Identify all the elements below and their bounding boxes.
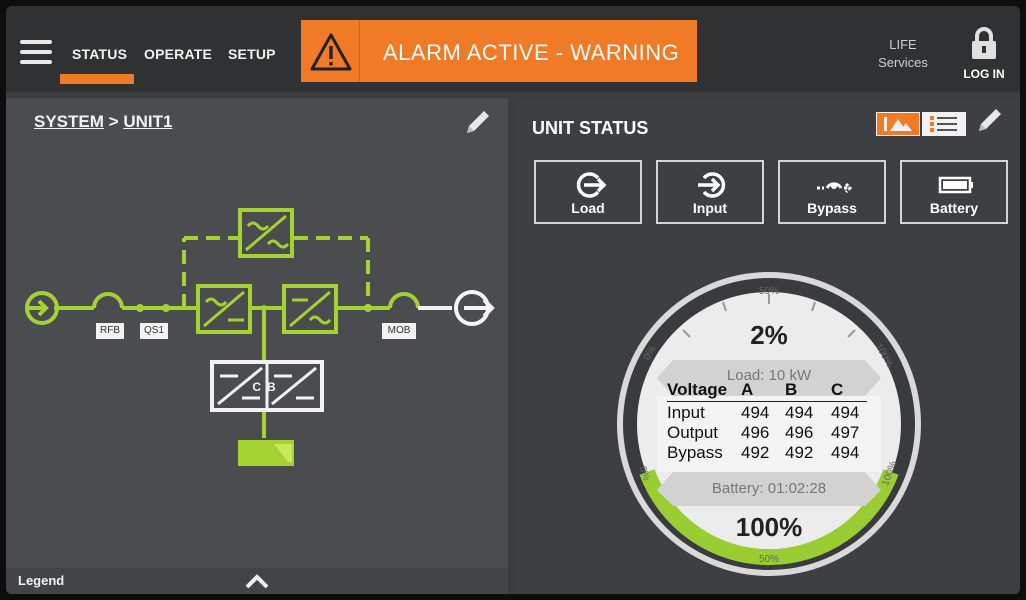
table-divider	[667, 401, 867, 402]
cell-c: 497	[831, 423, 860, 442]
row-label: Output	[667, 423, 719, 442]
battery-tick-50: 50%	[758, 554, 779, 565]
top-bar: STATUS OPERATE SETUP ALARM ACTIVE - WARN…	[6, 6, 1020, 92]
load-output-icon	[576, 172, 607, 198]
graphic-view-icon[interactable]	[876, 112, 920, 136]
alarm-banner[interactable]: ALARM ACTIVE - WARNING	[301, 20, 697, 82]
alarm-divider	[359, 20, 360, 82]
tab-status[interactable]: STATUS	[72, 46, 127, 62]
services-label: Services	[878, 55, 928, 70]
battery-button-label: Battery	[929, 200, 979, 216]
input-button[interactable]: Input	[656, 160, 764, 224]
voltage-header: Voltage	[667, 380, 728, 399]
alarm-text: ALARM ACTIVE - WARNING	[383, 40, 680, 65]
login-button[interactable]: LOG IN	[954, 26, 1014, 81]
bypass-icon	[817, 182, 852, 194]
cell-c: 494	[831, 443, 860, 462]
mob-label: MOB	[382, 323, 416, 339]
life-label: LIFE	[889, 37, 917, 52]
system-diagram-panel: SYSTEM > UNIT1 RFB QS1 MOB CB Legend	[6, 98, 508, 594]
cell-b: 496	[785, 423, 814, 442]
charger-label: CB	[252, 380, 282, 394]
phase-a-header: A	[741, 380, 754, 399]
rectifier-block[interactable]	[196, 284, 252, 334]
cell-a: 492	[741, 443, 770, 462]
panel-title: UNIT STATUS	[532, 118, 649, 138]
chevron-up-icon[interactable]	[242, 570, 272, 592]
list-view-icon[interactable]	[922, 112, 966, 136]
login-label: LOG IN	[963, 67, 1005, 81]
battery-icon	[938, 176, 973, 194]
cell-b: 494	[785, 403, 814, 422]
input-source-icon[interactable]	[25, 291, 59, 325]
load-kw: Load: 10 kW	[726, 367, 812, 384]
life-services-button[interactable]: LIFE Services	[868, 36, 938, 72]
battery-runtime: Battery: 01:02:28	[711, 480, 827, 497]
phase-b-header: B	[785, 380, 798, 399]
static-bypass-switch[interactable]	[238, 208, 294, 258]
view-toggle	[876, 110, 972, 138]
load-percent: 2%	[750, 320, 788, 350]
load-tick-50: 50%	[758, 286, 779, 297]
load-button-label: Load	[571, 200, 605, 216]
output-load-icon[interactable]	[454, 290, 495, 326]
bypass-button[interactable]: Bypass	[778, 160, 886, 224]
tab-setup[interactable]: SETUP	[228, 46, 276, 62]
row-label: Input	[667, 403, 705, 422]
warning-triangle-icon	[310, 33, 352, 71]
battery-button[interactable]: Battery	[900, 160, 1008, 224]
edit-pencil-icon[interactable]	[974, 104, 1006, 136]
tab-operate[interactable]: OPERATE	[144, 46, 212, 62]
bypass-button-label: Bypass	[807, 200, 857, 216]
input-arrow-icon	[698, 172, 726, 198]
cell-b: 492	[785, 443, 814, 462]
load-button[interactable]: Load	[534, 160, 642, 224]
cell-a: 496	[741, 423, 770, 442]
cell-a: 494	[741, 403, 770, 422]
qs1-label: QS1	[140, 323, 168, 339]
load-battery-gauge: 50% 0% 100% 0% 100% 50% 2% Load: 10 kW V…	[613, 268, 925, 580]
unit-status-panel: UNIT STATUS Load Input Bypass Battery 50…	[514, 98, 1020, 594]
row-label: Bypass	[667, 443, 723, 462]
legend-button[interactable]: Legend	[18, 573, 64, 588]
menu-icon[interactable]	[20, 40, 52, 64]
battery-percent: 100%	[735, 512, 803, 542]
ups-mimic-diagram	[25, 208, 495, 466]
phase-c-header: C	[831, 380, 844, 399]
rfb-label: RFB	[96, 323, 124, 339]
active-tab-indicator	[60, 74, 134, 84]
legend-bar: Legend	[6, 568, 508, 594]
inverter-block[interactable]	[282, 284, 338, 334]
padlock-icon	[972, 27, 996, 59]
ups-touch-screen: STATUS OPERATE SETUP ALARM ACTIVE - WARN…	[6, 6, 1020, 594]
battery-block[interactable]	[238, 440, 294, 466]
cell-c: 494	[831, 403, 860, 422]
input-button-label: Input	[692, 200, 728, 216]
